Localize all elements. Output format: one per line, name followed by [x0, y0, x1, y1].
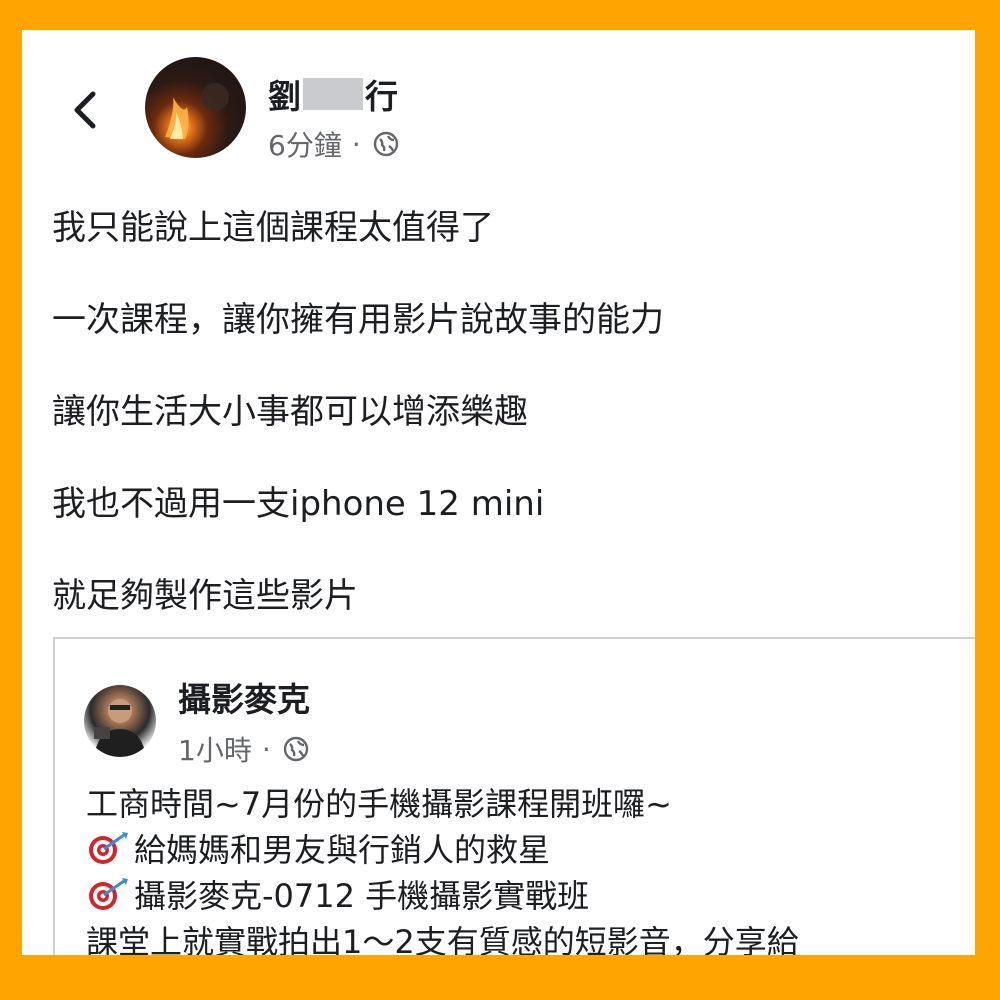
shared-post[interactable]: 攝影麥克 1小時 · 工商時間~7月份的手機攝影課程開班囉~ 給媽媽和男友與行銷…: [53, 637, 975, 955]
globe-icon: [283, 736, 308, 762]
post-text-line-2: 一次課程，讓你擁有用影片說故事的能力: [52, 300, 664, 340]
shared-post-time[interactable]: 1小時: [178, 729, 252, 769]
shared-post-meta: 1小時 ·: [178, 729, 309, 769]
dart-target-icon: [89, 878, 128, 910]
dart-target-icon: [89, 832, 128, 864]
shared-text-line-3-text: 攝影麥克-0712 手機攝影實戰班: [134, 877, 590, 915]
shared-text-line-1-text: 工商時間~7月份的手機攝影課程開班囉~: [86, 785, 672, 823]
photographer-photo: [94, 699, 146, 757]
shared-text-line-1: 工商時間~7月份的手機攝影課程開班囉~: [86, 779, 672, 825]
post-meta: 6分鐘 ·: [268, 124, 399, 164]
post-text-line-1: 我只能說上這個課程太值得了: [52, 208, 494, 248]
name-redaction: [303, 78, 363, 110]
post-card: 劉行 6分鐘 · 我只能說上這個課程太值得了 一次課程，讓你擁有用影片說故事的能…: [22, 30, 975, 955]
shared-meta-separator: ·: [261, 732, 271, 766]
chevron-left-icon: [74, 91, 96, 129]
post-time[interactable]: 6分鐘: [268, 124, 342, 164]
shared-author-name[interactable]: 攝影麥克: [178, 673, 310, 721]
author-name-end: 行: [365, 77, 398, 116]
shared-text-line-2: 給媽媽和男友與行銷人的救星: [86, 825, 550, 871]
shared-text-line-3: 攝影麥克-0712 手機攝影實戰班: [86, 871, 589, 917]
globe-icon: [373, 131, 398, 157]
post-text-line-4: 我也不過用一支iphone 12 mini: [52, 484, 545, 524]
back-button[interactable]: [67, 88, 101, 132]
shared-text-line-4: 課堂上就實戰拍出1～2支有質感的短影音，分享給: [86, 917, 799, 955]
author-avatar[interactable]: [145, 57, 246, 158]
shared-author-avatar[interactable]: [84, 685, 156, 757]
campfire-photo: [165, 83, 229, 139]
shared-text-line-2-text: 給媽媽和男友與行銷人的救星: [134, 831, 551, 869]
shared-text-line-4-text: 課堂上就實戰拍出1～2支有質感的短影音，分享給: [86, 923, 799, 955]
post-text-line-5: 就足夠製作這些影片: [52, 576, 358, 616]
post-text-line-3: 讓你生活大小事都可以增添樂趣: [52, 392, 528, 432]
author-name-start: 劉: [268, 77, 301, 116]
author-name[interactable]: 劉行: [268, 70, 398, 116]
meta-separator: ·: [351, 127, 361, 161]
